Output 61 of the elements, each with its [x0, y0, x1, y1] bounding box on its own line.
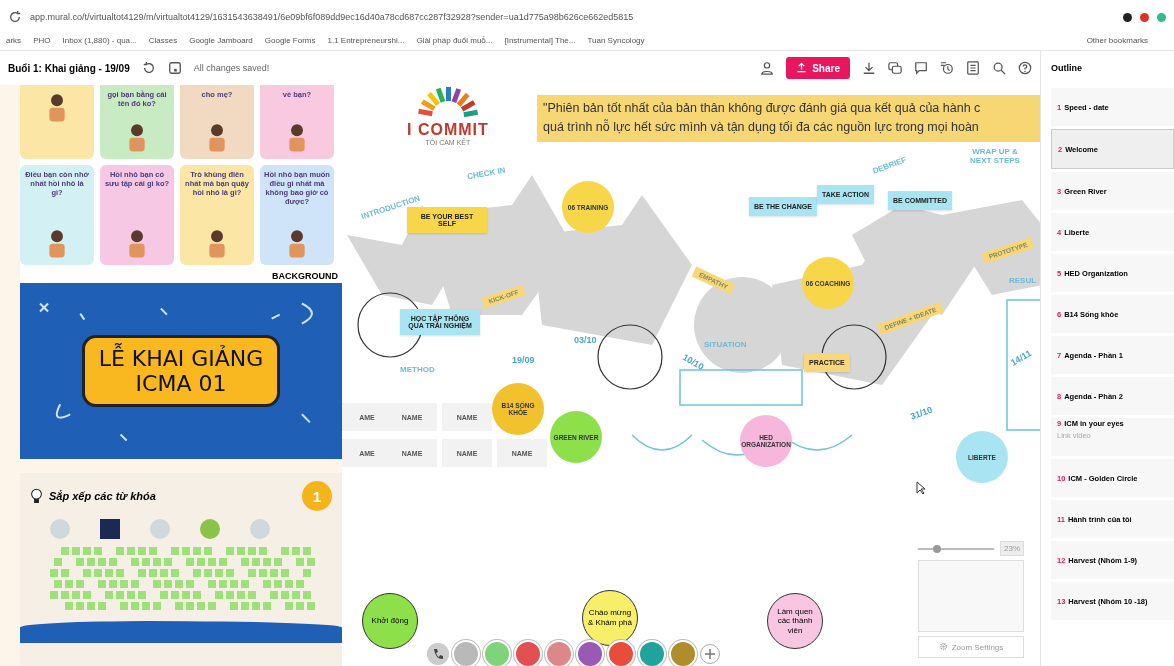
stage-label: WRAP UP & NEXT STEPS: [969, 147, 1021, 165]
history-icon[interactable]: [940, 61, 954, 75]
bookmark-link[interactable]: Other bookmarks: [1086, 35, 1148, 45]
reload-icon[interactable]: [8, 10, 22, 24]
add-icon[interactable]: [700, 644, 720, 664]
quote-text: "Phiên bản tốt nhất của bản thân không được đánh giá qua kết quả của hành c: [543, 100, 982, 117]
avatar: [545, 640, 573, 666]
board-title[interactable]: Buổi 1: Khai giảng - 19/09: [8, 62, 130, 74]
logo-placeholder: [250, 519, 270, 539]
save-status: All changes saved!: [193, 63, 270, 73]
frame-icon[interactable]: [167, 61, 182, 75]
speech-bubble: Chào mừng & Khám phá: [582, 590, 638, 646]
logo-placeholder: [100, 519, 120, 539]
comments-icon[interactable]: [888, 61, 902, 75]
bookmark-link[interactable]: Giải pháp đuổi muỗ...: [416, 35, 493, 45]
zoom-slider-thumb[interactable]: [933, 544, 941, 553]
bookmark-link[interactable]: Inbox (1,880) - qua...: [62, 35, 137, 45]
speech-bubble: Làm quen các thành viên: [767, 593, 823, 649]
banner-subtitle: ICMA 01: [135, 371, 227, 396]
logo-wordmark: I COMMIT: [407, 121, 489, 138]
search-icon[interactable]: [992, 61, 1006, 75]
bookmark-link[interactable]: 1.1 Entrepreneurshi...: [327, 35, 405, 45]
stage-label: RESUL: [1009, 276, 1037, 285]
stage-label: CHECK IN: [466, 165, 507, 182]
bookmark-link[interactable]: arks: [6, 35, 22, 45]
date-label: 31/10: [908, 404, 934, 422]
upload-icon: [796, 62, 808, 73]
logo-placeholder: [50, 519, 70, 539]
date-label: 19/09: [512, 355, 535, 365]
undo-icon[interactable]: [141, 61, 156, 75]
logo-placeholder: [200, 519, 220, 539]
outline-icon[interactable]: [966, 61, 980, 75]
outline-title: Outline: [1051, 62, 1083, 75]
section-label: BACKGROUND: [20, 265, 342, 283]
share-button[interactable]: Share: [786, 57, 850, 79]
avatar: [452, 640, 480, 666]
user-icon[interactable]: [760, 61, 775, 75]
lightbulb-icon: [30, 487, 43, 505]
stage-label: SITUATION: [704, 340, 747, 349]
stage-label: METHOD: [400, 365, 435, 374]
logo-placeholder: [150, 519, 170, 539]
speech-bubble: Khởi động: [362, 593, 418, 649]
help-icon[interactable]: [1018, 61, 1032, 75]
settings-icon: [938, 642, 948, 651]
mouse-cursor-icon: [916, 481, 926, 495]
bookmark-link[interactable]: [Instrumental] The...: [504, 35, 576, 45]
bookmark-link[interactable]: Tuan Syncology: [587, 35, 645, 45]
number-badge: 1: [302, 481, 332, 511]
bookmark-link[interactable]: Classes: [148, 35, 178, 45]
bookmark-link[interactable]: Google Jamboard: [189, 35, 253, 45]
zoom-level: 23%: [1000, 541, 1024, 556]
quote-text: quá trình nỗ lực hết sức mình và tận dụng tối đa các nguồn lực trong mọi hoàn: [543, 118, 980, 137]
keywords-title: Sắp xếp các từ khóa: [49, 490, 156, 502]
bookmark-link[interactable]: Google Forms: [264, 35, 316, 45]
download-icon[interactable]: [862, 61, 876, 75]
chat-icon[interactable]: [914, 61, 928, 75]
bookmark-link[interactable]: PHO: [33, 35, 51, 45]
date-label: 03/10: [574, 335, 597, 345]
thought-bubble: [597, 324, 663, 390]
phone-icon[interactable]: [427, 643, 449, 665]
avatar: [483, 640, 511, 666]
